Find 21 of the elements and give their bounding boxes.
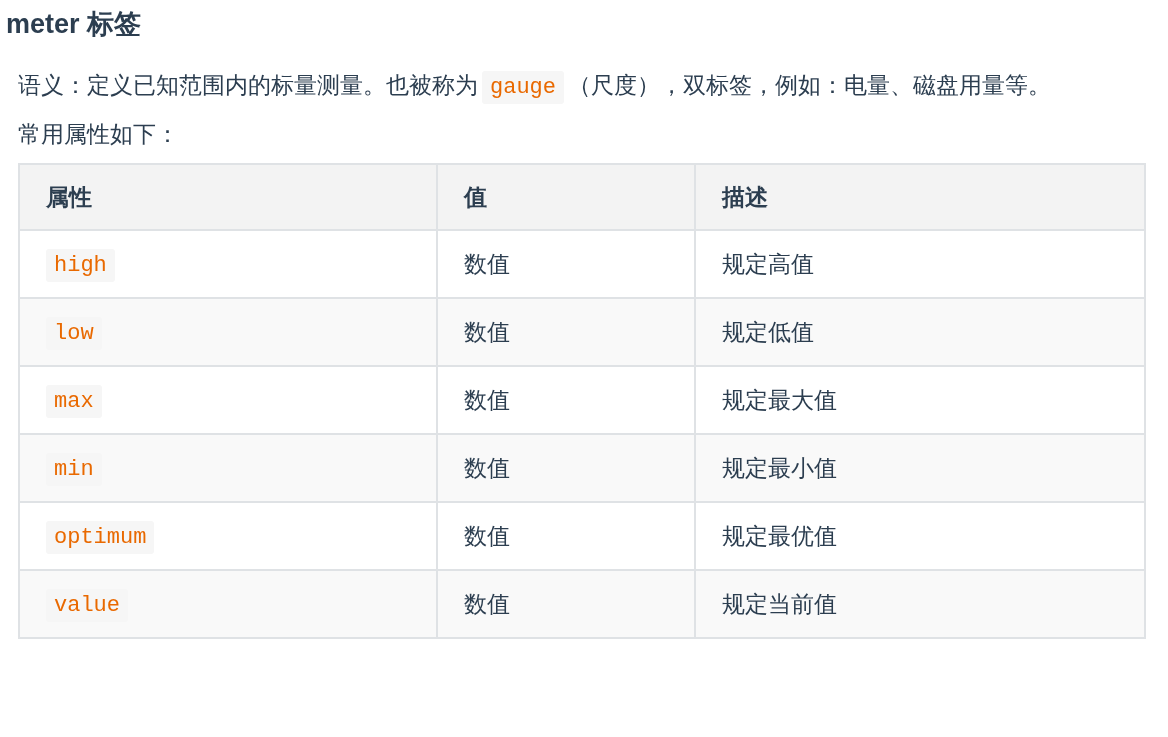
section-heading: meter 标签	[6, 8, 143, 41]
attribute-code: high	[46, 249, 115, 282]
table-cell: 规定低值	[694, 298, 1145, 366]
description-paragraph: 语义：定义已知范围内的标量测量。也被称为 gauge （尺度），双标签，例如：电量、磁盘用量等。	[18, 66, 1146, 107]
table-cell: 数值	[437, 502, 695, 570]
table-cell: 规定当前值	[694, 570, 1145, 638]
attribute-code: optimum	[46, 521, 155, 554]
table-cell: 规定高值	[694, 230, 1145, 298]
table-cell: 数值	[437, 298, 695, 366]
table-cell: 数值	[437, 434, 695, 502]
table-cell: 规定最大值	[694, 366, 1145, 434]
column-header: 描述	[694, 164, 1145, 230]
table-cell: 规定最小值	[694, 434, 1145, 502]
attribute-code: max	[46, 385, 102, 418]
column-header: 值	[437, 164, 695, 230]
table-cell: 规定最优值	[694, 502, 1145, 570]
table-cell: 数值	[437, 230, 695, 298]
column-header: 属性	[19, 164, 438, 230]
table-cell: 数值	[437, 366, 695, 434]
lead-text: 常用属性如下：	[18, 120, 180, 149]
table-cell: 数值	[437, 570, 695, 638]
